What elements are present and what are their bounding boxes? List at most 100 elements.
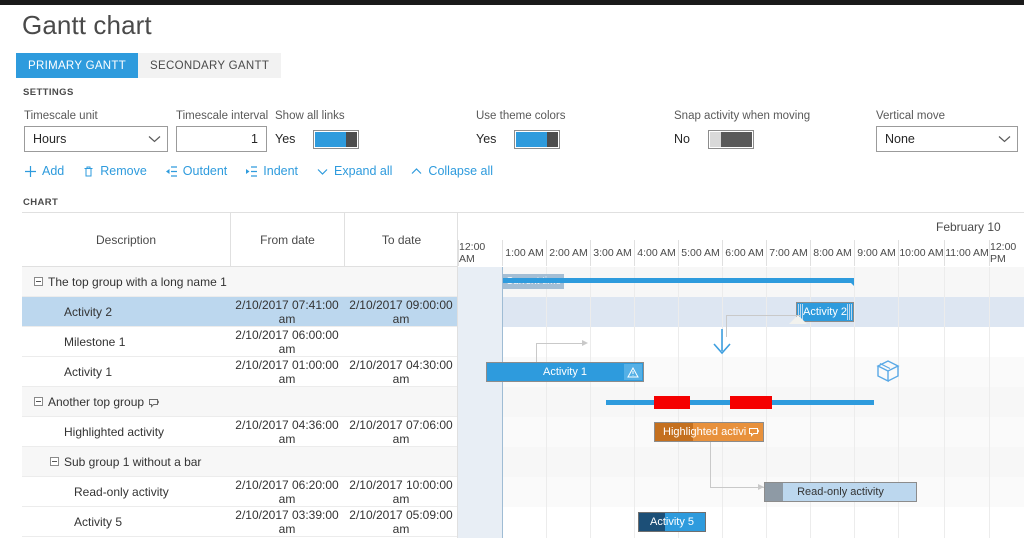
- table-row[interactable]: Activity 2 2/10/2017 07:41:00 am 2/10/20…: [22, 297, 458, 327]
- vertical-move-value: None: [885, 132, 915, 146]
- field-vertical-move: Vertical move None: [876, 110, 1018, 152]
- table-row[interactable]: The top group with a long name 1: [22, 267, 458, 297]
- gantt-bar-label: Read-only activity: [797, 486, 884, 498]
- row-to-date: 2/10/2017 04:30:00 am: [344, 358, 458, 386]
- table-row[interactable]: Sub group 1 without a bar: [22, 447, 458, 477]
- indent-icon: [245, 165, 258, 178]
- chevron-up-icon: [410, 165, 423, 178]
- table-row[interactable]: Another top group: [22, 387, 458, 417]
- use-theme-colors-value: Yes: [476, 132, 496, 146]
- group-summary-bar: [503, 278, 853, 283]
- gantt-bar-label: Activity 1: [543, 366, 587, 378]
- gantt-bar-label: Highlighted activi: [663, 426, 746, 438]
- table-row[interactable]: Activity 1 2/10/2017 01:00:00 am 2/10/20…: [22, 357, 458, 387]
- note-icon[interactable]: [749, 427, 760, 437]
- snap-activity-value: No: [674, 132, 690, 146]
- outdent-icon: [165, 165, 178, 178]
- summary-red-segment: [654, 396, 690, 409]
- use-theme-colors-toggle[interactable]: [514, 130, 560, 149]
- remove-button-label: Remove: [100, 164, 147, 178]
- tab-primary-gantt[interactable]: PRIMARY GANTT: [16, 53, 138, 78]
- indent-button[interactable]: Indent: [245, 164, 298, 178]
- gantt-bar-read-only-activity[interactable]: Read-only activity: [764, 482, 917, 502]
- column-header-description[interactable]: Description: [22, 213, 230, 267]
- row-to-date: 2/10/2017 09:00:00 am: [344, 298, 458, 326]
- add-button[interactable]: Add: [24, 164, 64, 178]
- table-row[interactable]: Milestone 1 2/10/2017 06:00:00 am: [22, 327, 458, 357]
- timeline-row[interactable]: [458, 477, 1024, 507]
- box-3d-icon[interactable]: [876, 359, 900, 388]
- row-from-date: 2/10/2017 06:20:00 am: [230, 478, 344, 506]
- row-from-date: 2/10/2017 07:41:00 am: [230, 298, 344, 326]
- table-row[interactable]: Highlighted activity 2/10/2017 04:36:00 …: [22, 417, 458, 447]
- field-use-theme-colors: Use theme colors Yes: [476, 110, 565, 152]
- group-expander-icon[interactable]: [34, 397, 43, 406]
- snap-activity-toggle[interactable]: [708, 130, 754, 149]
- timescale-unit-label: Timescale unit: [24, 110, 168, 122]
- row-to-date: 2/10/2017 10:00:00 am: [344, 478, 458, 506]
- timeline-hour-tick: 1:00 AM: [502, 240, 546, 266]
- outdent-button[interactable]: Outdent: [165, 164, 227, 178]
- milestone-marker-icon[interactable]: [708, 327, 736, 362]
- timeline-hour-tick: 7:00 AM: [766, 240, 810, 266]
- timescale-interval-input[interactable]: 1: [176, 126, 267, 152]
- timescale-unit-select[interactable]: Hours: [24, 126, 168, 152]
- current-time-line: [502, 267, 503, 538]
- expand-all-button[interactable]: Expand all: [316, 164, 392, 178]
- row-from-date: 2/10/2017 01:00:00 am: [230, 358, 344, 386]
- plus-icon: [24, 165, 37, 178]
- timeline-hour-header: 12:00 AM 1:00 AM 2:00 AM 3:00 AM 4:00 AM…: [458, 240, 1024, 266]
- tab-bar: PRIMARY GANTT SECONDARY GANTT: [16, 53, 281, 78]
- collapse-all-button[interactable]: Collapse all: [410, 164, 493, 178]
- group-expander-icon[interactable]: [50, 457, 59, 466]
- gantt-timeline-pane: February 10 12:00 AM 1:00 AM 2:00 AM 3:0…: [458, 213, 1024, 538]
- current-time-band: [458, 267, 502, 538]
- timeline-hour-tick: 8:00 AM: [810, 240, 854, 266]
- row-description: The top group with a long name 1: [48, 275, 227, 289]
- resize-handle-right[interactable]: [847, 304, 852, 320]
- timeline-hour-tick: 4:00 AM: [634, 240, 678, 266]
- table-row[interactable]: Activity 5 2/10/2017 03:39:00 am 2/10/20…: [22, 507, 458, 537]
- timescale-interval-value: 1: [251, 132, 258, 146]
- grid-header-row: Description From date To date: [22, 213, 458, 267]
- chevron-down-icon: [998, 135, 1011, 143]
- timeline-hour-tick: 6:00 AM: [722, 240, 766, 266]
- field-snap-activity: Snap activity when moving No: [674, 110, 810, 152]
- gantt-bar-highlighted-activity[interactable]: Highlighted activi: [654, 422, 764, 442]
- column-header-from-date[interactable]: From date: [230, 213, 344, 267]
- show-all-links-value: Yes: [275, 132, 295, 146]
- timeline-hour-tick: 3:00 AM: [590, 240, 634, 266]
- gantt-chart-page: Gantt chart PRIMARY GANTT SECONDARY GANT…: [0, 0, 1024, 539]
- timeline-row[interactable]: [458, 507, 1024, 537]
- row-description: Sub group 1 without a bar: [64, 455, 201, 469]
- timeline-hour-tick: 5:00 AM: [678, 240, 722, 266]
- gantt-bar-label: Activity 5: [650, 516, 694, 528]
- group-expander-icon[interactable]: [34, 277, 43, 286]
- vertical-move-select[interactable]: None: [876, 126, 1018, 152]
- timeline-row[interactable]: [458, 327, 1024, 357]
- trash-icon: [82, 165, 95, 178]
- gantt-chart-container: Description From date To date The top gr…: [22, 212, 1024, 538]
- timeline-row[interactable]: [458, 297, 1024, 327]
- gantt-bar-activity-5[interactable]: Activity 5: [638, 512, 706, 532]
- column-header-to-date[interactable]: To date: [344, 213, 458, 267]
- gantt-grid-pane: Description From date To date The top gr…: [22, 213, 458, 538]
- show-all-links-toggle[interactable]: [313, 130, 359, 149]
- table-row[interactable]: Read-only activity 2/10/2017 06:20:00 am…: [22, 477, 458, 507]
- gantt-bar-activity-1[interactable]: Activity 1: [486, 362, 644, 382]
- remove-button[interactable]: Remove: [82, 164, 147, 178]
- row-to-date: 2/10/2017 05:09:00 am: [344, 508, 458, 536]
- row-description: Highlighted activity: [64, 425, 164, 439]
- tab-secondary-gantt[interactable]: SECONDARY GANTT: [138, 53, 281, 78]
- group-summary-end-cap: [846, 278, 854, 286]
- row-description: Milestone 1: [64, 335, 125, 349]
- row-description: Activity 2: [64, 305, 112, 319]
- field-timescale-unit: Timescale unit Hours: [24, 110, 168, 152]
- timeline-hour-tick: 9:00 AM: [854, 240, 898, 266]
- timeline-day-label: February 10: [936, 213, 1001, 240]
- vertical-move-label: Vertical move: [876, 110, 1018, 122]
- timeline-hour-tick: 10:00 AM: [898, 240, 944, 266]
- timeline-row[interactable]: [458, 447, 1024, 477]
- row-description: Another top group: [48, 395, 144, 409]
- warning-icon[interactable]: [624, 364, 642, 380]
